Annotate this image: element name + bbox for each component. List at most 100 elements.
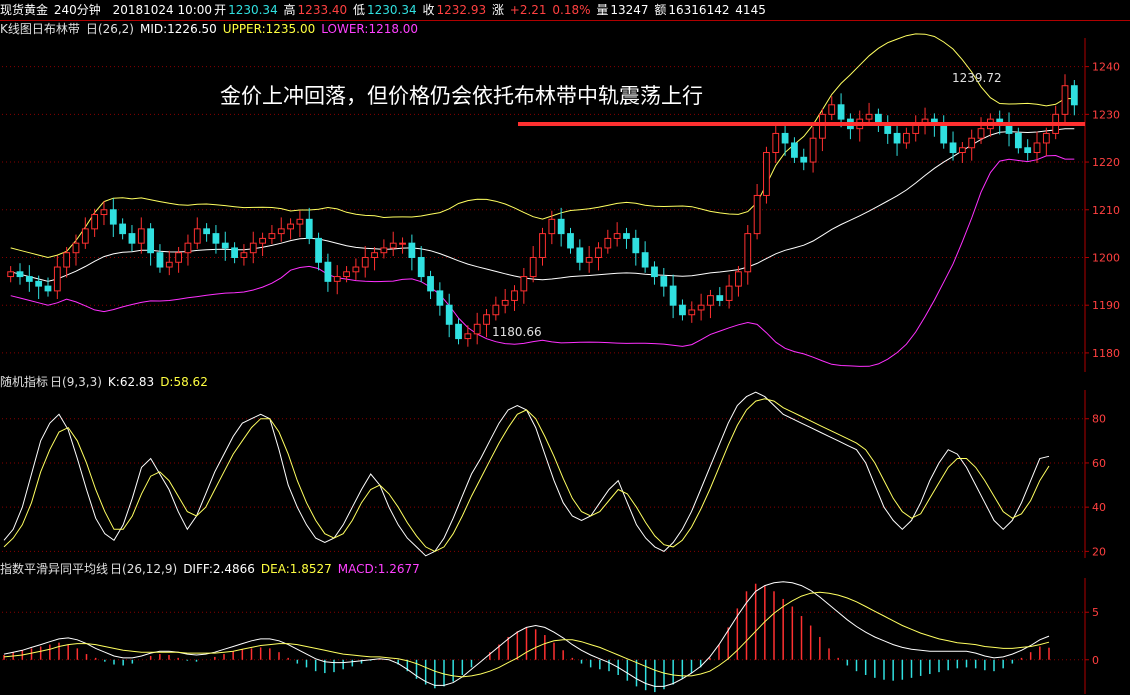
macd-panel[interactable]: 05 bbox=[2, 578, 1099, 694]
candle-body[interactable] bbox=[212, 233, 220, 244]
candle-body[interactable] bbox=[744, 233, 752, 273]
candle-body[interactable] bbox=[529, 256, 537, 278]
chart-canvas[interactable]: 1180119012001210122012301240 20406080 05… bbox=[0, 0, 1130, 695]
candle-body[interactable] bbox=[660, 276, 668, 287]
candle-body[interactable] bbox=[483, 314, 490, 325]
candle-body[interactable] bbox=[707, 295, 714, 306]
candle-body[interactable] bbox=[287, 223, 294, 230]
candle-body[interactable] bbox=[7, 271, 15, 278]
candle-body[interactable] bbox=[679, 304, 686, 316]
candle-body[interactable] bbox=[725, 285, 733, 301]
candle-body[interactable] bbox=[1024, 147, 1032, 154]
candle-body[interactable] bbox=[100, 209, 108, 216]
candle-body[interactable] bbox=[91, 214, 99, 230]
candle-body[interactable] bbox=[632, 237, 640, 254]
candle-body[interactable] bbox=[203, 228, 210, 235]
candle-body[interactable] bbox=[548, 218, 556, 235]
candle-body[interactable] bbox=[427, 276, 434, 292]
candle-body[interactable] bbox=[305, 218, 313, 239]
candle-body[interactable] bbox=[231, 247, 238, 258]
candle-body[interactable] bbox=[595, 247, 602, 258]
candle-body[interactable] bbox=[697, 304, 705, 311]
candle-body[interactable] bbox=[819, 113, 826, 139]
candle-body[interactable] bbox=[165, 261, 173, 268]
candle-body[interactable] bbox=[1014, 132, 1022, 149]
candle-body[interactable] bbox=[567, 233, 574, 249]
candle-body[interactable] bbox=[1061, 85, 1069, 115]
candle-body[interactable] bbox=[417, 256, 425, 278]
candle-body[interactable] bbox=[44, 285, 52, 292]
candle-body[interactable] bbox=[1042, 132, 1050, 144]
candle-body[interactable] bbox=[249, 242, 257, 254]
candle-body[interactable] bbox=[436, 290, 444, 306]
candle-body[interactable] bbox=[333, 276, 341, 282]
candle-body[interactable] bbox=[539, 233, 546, 258]
candle-body[interactable] bbox=[1033, 142, 1041, 154]
candle-body[interactable] bbox=[25, 276, 33, 282]
candle-body[interactable] bbox=[837, 104, 845, 120]
candle-body[interactable] bbox=[35, 280, 43, 287]
candle-body[interactable] bbox=[492, 304, 500, 316]
candle-body[interactable] bbox=[576, 247, 584, 263]
candle-body[interactable] bbox=[464, 333, 472, 340]
candle-body[interactable] bbox=[408, 242, 416, 258]
candle-body[interactable] bbox=[184, 242, 192, 254]
candle-body[interactable] bbox=[399, 242, 406, 245]
candle-body[interactable] bbox=[641, 252, 649, 268]
candle-body[interactable] bbox=[343, 271, 350, 278]
candle-body[interactable] bbox=[81, 228, 89, 244]
candle-body[interactable] bbox=[501, 299, 509, 306]
candle-body[interactable] bbox=[1070, 85, 1078, 106]
candle-body[interactable] bbox=[119, 223, 127, 235]
kdj-panel[interactable]: 20 40 60 80 bbox=[2, 390, 1106, 558]
candle-body[interactable] bbox=[520, 276, 528, 292]
candle-body[interactable] bbox=[137, 228, 145, 244]
candle-body[interactable] bbox=[268, 233, 276, 239]
candle-body[interactable] bbox=[735, 271, 742, 287]
candle-body[interactable] bbox=[604, 237, 612, 249]
candle-body[interactable] bbox=[147, 228, 155, 254]
candle-body[interactable] bbox=[315, 237, 322, 263]
candle-body[interactable] bbox=[949, 142, 957, 154]
candle-body[interactable] bbox=[800, 156, 808, 163]
candle-body[interactable] bbox=[809, 137, 817, 163]
candle-body[interactable] bbox=[324, 261, 332, 282]
candle-body[interactable] bbox=[389, 242, 397, 249]
candle-body[interactable] bbox=[791, 142, 798, 158]
candle-body[interactable] bbox=[977, 128, 985, 139]
candle-body[interactable] bbox=[585, 256, 593, 263]
candle-body[interactable] bbox=[240, 252, 248, 258]
candle-body[interactable] bbox=[865, 113, 873, 120]
candle-body[interactable] bbox=[156, 252, 164, 268]
candle-body[interactable] bbox=[613, 233, 621, 239]
candle-body[interactable] bbox=[772, 132, 780, 154]
candle-body[interactable] bbox=[109, 209, 117, 225]
candle-body[interactable] bbox=[958, 147, 966, 154]
candle-body[interactable] bbox=[16, 271, 24, 278]
candle-body[interactable] bbox=[828, 104, 836, 115]
candle-body[interactable] bbox=[781, 132, 789, 144]
candle-body[interactable] bbox=[63, 252, 71, 268]
candle-body[interactable] bbox=[763, 152, 770, 196]
candle-body[interactable] bbox=[175, 252, 183, 263]
candle-body[interactable] bbox=[277, 228, 285, 235]
candle-body[interactable] bbox=[669, 285, 677, 306]
candle-body[interactable] bbox=[511, 290, 518, 301]
candle-body[interactable] bbox=[688, 309, 696, 316]
candle-body[interactable] bbox=[968, 137, 976, 149]
candle-body[interactable] bbox=[716, 295, 724, 301]
candle-body[interactable] bbox=[259, 237, 266, 244]
candle-body[interactable] bbox=[352, 266, 360, 273]
candle-body[interactable] bbox=[193, 228, 201, 244]
candle-body[interactable] bbox=[53, 266, 61, 292]
candle-body[interactable] bbox=[221, 242, 229, 249]
candle-body[interactable] bbox=[473, 323, 481, 335]
candle-body[interactable] bbox=[361, 256, 369, 268]
candle-body[interactable] bbox=[940, 123, 948, 144]
candle-body[interactable] bbox=[902, 132, 910, 144]
candle-body[interactable] bbox=[651, 266, 658, 278]
candle-body[interactable] bbox=[296, 218, 304, 225]
candle-body[interactable] bbox=[455, 323, 462, 340]
candle-body[interactable] bbox=[371, 252, 378, 258]
candle-body[interactable] bbox=[893, 132, 901, 144]
